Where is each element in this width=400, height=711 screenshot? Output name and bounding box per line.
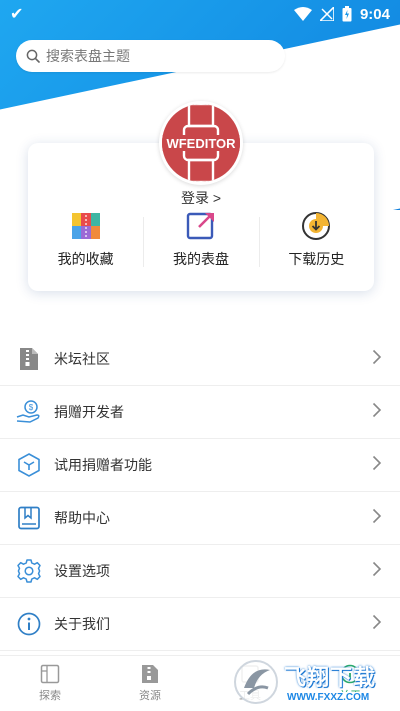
- status-bar: ✔ 9:04: [0, 0, 400, 28]
- quick-action-label: 我的收藏: [57, 251, 114, 267]
- menu-item-label: 关于我们: [54, 616, 110, 632]
- menu-item-label: 设置选项: [54, 563, 110, 579]
- download-history-icon: [302, 212, 331, 240]
- chevron-right-icon: [372, 614, 382, 635]
- avatar-text: WFEDITOR: [166, 136, 236, 151]
- quick-action-label: 下载历史: [288, 251, 345, 267]
- menu-item-help-center[interactable]: 帮助中心: [0, 492, 400, 545]
- menu-item-label: 捐赠开发者: [54, 404, 124, 420]
- menu-item-trial-donor-features[interactable]: 试用捐赠者功能: [0, 439, 400, 492]
- chevron-right-icon: [372, 561, 382, 582]
- help-book-icon: [16, 505, 42, 531]
- wfeditor-logo: WFEDITOR: [162, 104, 240, 182]
- favorites-icon: [71, 213, 100, 239]
- device-selector[interactable]: 小米手环7: [300, 46, 383, 67]
- info-icon: [16, 611, 42, 637]
- watermark-logo-icon: [234, 659, 278, 704]
- search-placeholder: 搜索表盘主题: [46, 48, 130, 64]
- donate-icon: $: [16, 399, 42, 425]
- chevron-right-icon: [372, 349, 382, 370]
- search-input[interactable]: 搜索表盘主题: [16, 40, 285, 72]
- settings-gear-icon: [16, 558, 42, 584]
- tab-explore[interactable]: 探索: [0, 656, 100, 711]
- watermark-title: 飞翔下载: [284, 665, 377, 690]
- menu-item-label: 试用捐赠者功能: [54, 457, 152, 473]
- quick-action-download-history[interactable]: 下载历史: [258, 211, 374, 275]
- quick-action-my-watchfaces[interactable]: 我的表盘: [143, 211, 258, 275]
- quick-action-favorites[interactable]: 我的收藏: [28, 211, 143, 275]
- battery-icon: [342, 6, 352, 22]
- community-icon: [16, 346, 42, 372]
- site-watermark: 飞翔下载 WWW.FXXZ.COM: [232, 652, 400, 711]
- menu-item-about-us[interactable]: 关于我们: [0, 598, 400, 651]
- tab-resources[interactable]: 资源: [100, 656, 200, 711]
- menu-item-label: 米坛社区: [54, 351, 110, 367]
- tab-label: 资源: [139, 690, 161, 702]
- no-signal-icon: [319, 7, 334, 21]
- avatar[interactable]: WFEDITOR: [159, 101, 243, 185]
- dropdown-caret-icon: [372, 53, 383, 60]
- settings-menu: 米坛社区 $ 捐赠开发者 试用捐赠者功能 帮助中心 设置选项 关于我们: [0, 333, 400, 651]
- status-time: 9:04: [359, 5, 390, 23]
- login-link[interactable]: 登录 >: [28, 188, 374, 208]
- explore-icon: [40, 664, 60, 684]
- chevron-right-icon: [372, 455, 382, 476]
- trial-icon: [16, 452, 42, 478]
- menu-item-community[interactable]: 米坛社区: [0, 333, 400, 386]
- wifi-icon: [293, 7, 312, 21]
- menu-item-donate[interactable]: $ 捐赠开发者: [0, 386, 400, 439]
- notification-check-icon: ✔: [10, 6, 24, 23]
- search-icon: [26, 49, 40, 63]
- device-label: 小米手环7: [300, 49, 369, 66]
- menu-item-label: 帮助中心: [54, 510, 110, 526]
- watchface-icon: [186, 212, 214, 240]
- menu-item-settings[interactable]: 设置选项: [0, 545, 400, 598]
- quick-action-label: 我的表盘: [172, 251, 229, 267]
- svg-text:$: $: [29, 403, 34, 412]
- quick-actions: 我的收藏 我的表盘 下载历史: [28, 211, 374, 275]
- chevron-right-icon: [372, 402, 382, 423]
- chevron-right-icon: [372, 508, 382, 529]
- watermark-url: WWW.FXXZ.COM: [284, 692, 373, 703]
- tab-label: 探索: [39, 690, 61, 702]
- resource-icon: [142, 665, 158, 683]
